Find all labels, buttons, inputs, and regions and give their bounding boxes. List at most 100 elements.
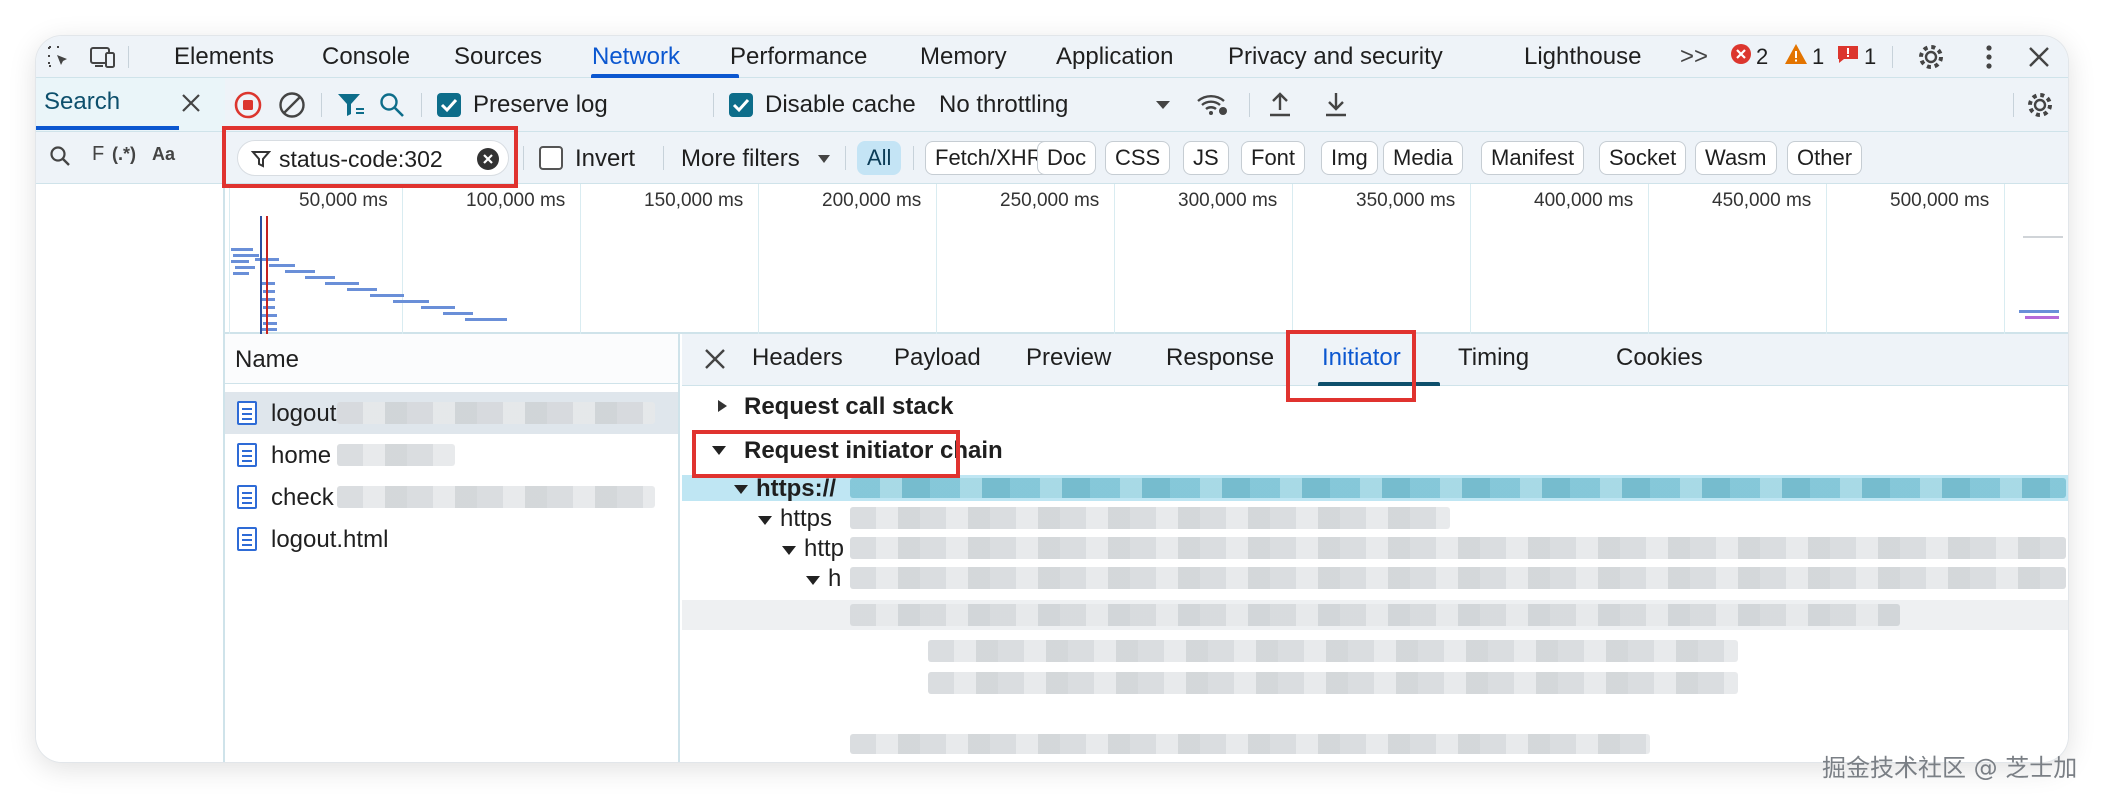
filter-chip-fetch-xhr[interactable]: Fetch/XHR (925, 141, 1053, 175)
filter-input[interactable]: status-code:302 (237, 140, 509, 176)
waterfall-bar (231, 248, 253, 251)
tab-application[interactable]: Application (1056, 36, 1173, 78)
collapse-arrow-icon[interactable] (712, 446, 726, 455)
waterfall-bar (263, 306, 275, 309)
settings-gear-icon[interactable] (1914, 40, 1948, 74)
collapse-arrow-icon[interactable] (734, 485, 748, 494)
record-stop-icon[interactable] (233, 90, 263, 120)
tab-performance[interactable]: Performance (730, 36, 867, 78)
initiator-chain-url[interactable]: https (780, 505, 832, 533)
initiator-chain-url[interactable]: https:// (756, 475, 836, 503)
filter-chip-all[interactable]: All (857, 141, 902, 175)
error-counter[interactable]: 2 (1730, 36, 1768, 78)
expand-arrow-icon[interactable] (718, 400, 727, 412)
warning-icon (1784, 43, 1808, 71)
request-row[interactable]: logout.html (225, 518, 678, 560)
filter-chip-media[interactable]: Media (1383, 141, 1463, 175)
collapse-arrow-icon[interactable] (806, 576, 820, 585)
preserve-log-checkbox[interactable] (437, 93, 461, 117)
throttling-select[interactable]: No throttling (939, 91, 1068, 119)
toolbar-divider (845, 146, 846, 170)
initiator-chain-url[interactable]: http (804, 535, 844, 563)
more-filters-dropdown-icon[interactable] (817, 154, 831, 164)
invert-checkbox[interactable] (539, 146, 563, 170)
tab-headers[interactable]: Headers (752, 344, 843, 372)
filter-chip-css[interactable]: CSS (1105, 141, 1171, 175)
match-case-toggle[interactable]: Aa (152, 144, 175, 165)
request-initiator-chain-heading[interactable]: Request initiator chain (744, 437, 1003, 465)
clear-log-icon[interactable] (277, 90, 307, 120)
filter-chip-wasm[interactable]: Wasm (1695, 141, 1777, 175)
filter-chip-manifest[interactable]: Manifest (1481, 141, 1585, 175)
network-conditions-icon[interactable] (1195, 90, 1229, 120)
search-drawer: Search F (.*) Aa (36, 78, 225, 762)
waterfall-bar (347, 288, 377, 291)
name-column-header[interactable]: Name (225, 334, 678, 384)
timeline-tick: 350,000 ms (1356, 190, 1456, 211)
more-options-icon[interactable] (1972, 40, 2006, 74)
filter-funnel-icon[interactable] (335, 90, 367, 120)
regex-toggle[interactable]: (.*) (112, 144, 136, 165)
request-row[interactable]: check (225, 476, 678, 518)
filter-chip-img[interactable]: Img (1321, 141, 1378, 175)
tab-initiator[interactable]: Initiator (1322, 344, 1401, 372)
request-row[interactable]: home (225, 434, 678, 476)
inspect-element-icon[interactable] (42, 40, 76, 74)
waterfall-bar (261, 298, 275, 301)
filter-chip-doc[interactable]: Doc (1037, 141, 1097, 175)
filter-chip-other[interactable]: Other (1787, 141, 1863, 175)
request-detail-pane: Headers Payload Preview Response Initiat… (682, 334, 2068, 762)
export-har-icon[interactable] (1321, 88, 1351, 120)
filter-chip-socket[interactable]: Socket (1599, 141, 1687, 175)
close-search-icon[interactable] (176, 86, 206, 120)
waterfall-bar (261, 314, 277, 317)
issues-counter[interactable]: 1 (1836, 36, 1876, 78)
tab-privacy-security[interactable]: Privacy and security (1228, 36, 1443, 78)
network-settings-gear-icon[interactable] (2025, 90, 2055, 120)
collapse-arrow-icon[interactable] (782, 546, 796, 555)
import-har-icon[interactable] (1265, 88, 1295, 120)
tab-cookies[interactable]: Cookies (1616, 344, 1703, 372)
disable-cache-checkbox[interactable] (729, 93, 753, 117)
clear-filter-icon[interactable] (476, 147, 500, 171)
search-network-icon[interactable] (377, 90, 407, 120)
tab-preview[interactable]: Preview (1026, 344, 1111, 372)
network-toolbar: Preserve log Disable cache No throttling (225, 78, 2068, 132)
redacted-text (850, 537, 2066, 559)
error-icon (1730, 43, 1752, 71)
tab-payload[interactable]: Payload (894, 344, 981, 372)
throttling-dropdown-icon[interactable] (1155, 100, 1171, 110)
request-row[interactable]: logout (225, 392, 678, 434)
tab-timing[interactable]: Timing (1458, 344, 1529, 372)
device-toolbar-icon[interactable] (86, 40, 120, 74)
waterfall-bar (235, 266, 255, 269)
request-call-stack-heading[interactable]: Request call stack (744, 393, 953, 421)
name-column-label: Name (235, 346, 300, 373)
tab-response[interactable]: Response (1166, 344, 1274, 372)
close-devtools-icon[interactable] (2022, 40, 2056, 74)
filter-bar: status-code:302 Invert More filters All … (225, 132, 2068, 184)
tab-elements[interactable]: Elements (174, 36, 274, 78)
network-overview-timeline[interactable]: 50,000 ms 100,000 ms 150,000 ms 200,000 … (225, 184, 2068, 334)
document-icon (237, 485, 257, 509)
grid-line (402, 184, 403, 334)
search-drawer-title[interactable]: Search (44, 88, 120, 116)
close-detail-icon[interactable] (702, 346, 728, 372)
warning-counter[interactable]: 1 (1784, 36, 1824, 78)
tab-lighthouse[interactable]: Lighthouse (1524, 36, 1641, 78)
redacted-text (850, 478, 2066, 498)
initiator-chain-url[interactable]: h (828, 565, 841, 593)
tab-sources[interactable]: Sources (454, 36, 542, 78)
toolbar-divider (321, 93, 322, 117)
load-event-marker (266, 216, 268, 334)
tab-console[interactable]: Console (322, 36, 410, 78)
more-filters-button[interactable]: More filters (681, 145, 800, 173)
tab-memory[interactable]: Memory (920, 36, 1007, 78)
filter-chip-js[interactable]: JS (1183, 141, 1229, 175)
tab-network[interactable]: Network (592, 36, 680, 78)
filter-chip-font[interactable]: Font (1241, 141, 1306, 175)
collapse-arrow-icon[interactable] (758, 516, 772, 525)
more-tabs-button[interactable]: >> (1680, 36, 1708, 78)
search-input-stub[interactable]: F (92, 143, 104, 166)
grid-line (758, 184, 759, 334)
